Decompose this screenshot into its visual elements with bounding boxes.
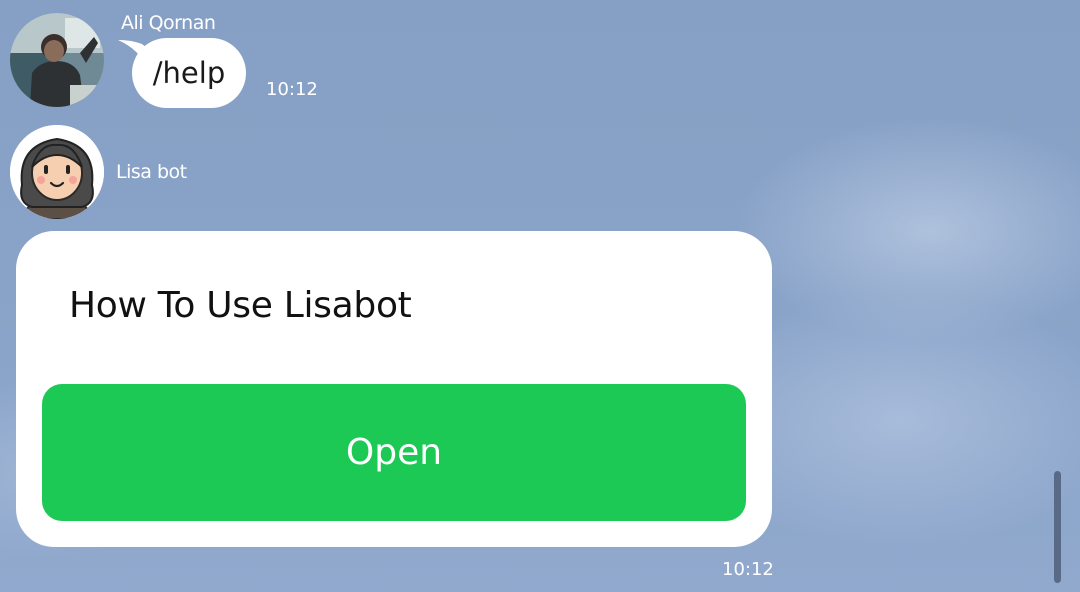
user-avatar[interactable] bbox=[10, 13, 104, 107]
scrollbar[interactable] bbox=[1054, 471, 1061, 583]
sender-name: Lisa bot bbox=[116, 161, 187, 183]
flex-message-card: How To Use Lisabot Open bbox=[16, 231, 772, 547]
message-timestamp: 10:12 bbox=[722, 559, 774, 580]
message-timestamp: 10:12 bbox=[266, 79, 318, 100]
lisa-bot-avatar-icon bbox=[10, 125, 104, 219]
card-title: How To Use Lisabot bbox=[69, 285, 412, 326]
user-message-bubble[interactable]: /help bbox=[132, 38, 246, 108]
open-button[interactable]: Open bbox=[42, 384, 746, 521]
message-text: /help bbox=[152, 56, 226, 90]
sender-name: Ali Qornan bbox=[121, 12, 216, 34]
user-photo-avatar-icon bbox=[10, 13, 104, 107]
bot-avatar[interactable] bbox=[10, 125, 104, 219]
